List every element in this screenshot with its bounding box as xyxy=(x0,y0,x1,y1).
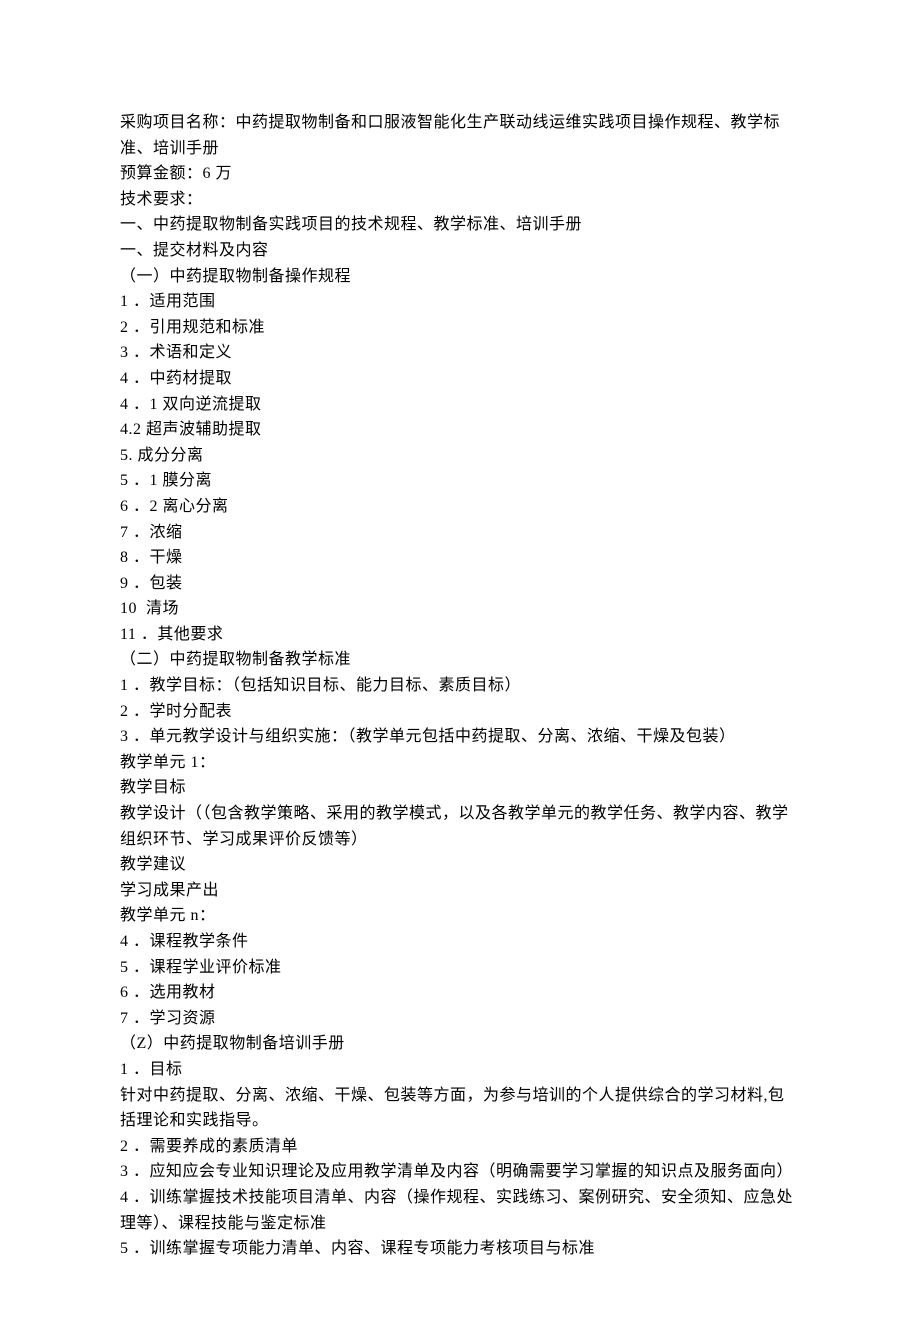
text-line: 2 ．学时分配表 xyxy=(120,699,800,725)
text-line: 教学设计（（包含教学策略、采用的教学模式，以及各教学单元的教学任务、教学内容、教… xyxy=(120,801,800,852)
text-line: 5. 成分分离 xyxy=(120,443,800,469)
text-line: 教学目标 xyxy=(120,775,800,801)
text-line: 3 ．单元教学设计与组织实施：（教学单元包括中药提取、分离、浓缩、干燥及包装） xyxy=(120,724,800,750)
text-line: 11 ．其他要求 xyxy=(120,622,800,648)
text-line: 10 清场 xyxy=(120,596,800,622)
text-line: 7 ．浓缩 xyxy=(120,520,800,546)
text-line: 采购项目名称：中药提取物制备和口服液智能化生产联动线运维实践项目操作规程、教学标… xyxy=(120,110,800,161)
document-page: 采购项目名称：中药提取物制备和口服液智能化生产联动线运维实践项目操作规程、教学标… xyxy=(0,0,920,1322)
text-line: 3 ．应知应会专业知识理论及应用教学清单及内容（明确需要学习掌握的知识点及服务面… xyxy=(120,1159,800,1185)
text-line: 针对中药提取、分离、浓缩、干燥、包装等方面，为参与培训的个人提供综合的学习材料,… xyxy=(120,1083,800,1134)
text-line: 一、提交材料及内容 xyxy=(120,238,800,264)
text-line: 4 ．中药材提取 xyxy=(120,366,800,392)
text-line: 教学建议 xyxy=(120,852,800,878)
text-line: 5 ．训练掌握专项能力清单、内容、课程专项能力考核项目与标准 xyxy=(120,1236,800,1262)
text-line: 5 ．课程学业评价标准 xyxy=(120,955,800,981)
text-line: 教学单元 n： xyxy=(120,903,800,929)
text-line: 学习成果产出 xyxy=(120,878,800,904)
text-line: （二）中药提取物制备教学标准 xyxy=(120,647,800,673)
text-line: 1 ．适用范围 xyxy=(120,289,800,315)
text-line: （一）中药提取物制备操作规程 xyxy=(120,264,800,290)
text-line: 3 ．术语和定义 xyxy=(120,340,800,366)
text-line: 1 ．教学目标：（包括知识目标、能力目标、素质目标） xyxy=(120,673,800,699)
text-line: 2 ．需要养成的素质清单 xyxy=(120,1134,800,1160)
text-line: 2 ．引用规范和标准 xyxy=(120,315,800,341)
text-line: 6 ．选用教材 xyxy=(120,980,800,1006)
text-line: 一、中药提取物制备实践项目的技术规程、教学标准、培训手册 xyxy=(120,212,800,238)
text-line: 5 ．1 膜分离 xyxy=(120,468,800,494)
text-line: 4 ．1 双向逆流提取 xyxy=(120,392,800,418)
text-line: 4 ．训练掌握技术技能项目清单、内容（操作规程、实践练习、案例研究、安全须知、应… xyxy=(120,1185,800,1236)
text-line: 4.2 超声波辅助提取 xyxy=(120,417,800,443)
text-line: 教学单元 1： xyxy=(120,750,800,776)
text-line: （Z）中药提取物制备培训手册 xyxy=(120,1031,800,1057)
text-line: 6 ．2 离心分离 xyxy=(120,494,800,520)
text-line: 8 ．干燥 xyxy=(120,545,800,571)
text-line: 7 ．学习资源 xyxy=(120,1006,800,1032)
text-line: 4 ．课程教学条件 xyxy=(120,929,800,955)
text-line: 1 ．目标 xyxy=(120,1057,800,1083)
text-line: 预算金额：6 万 xyxy=(120,161,800,187)
text-line: 9 ．包装 xyxy=(120,571,800,597)
text-line: 技术要求： xyxy=(120,187,800,213)
